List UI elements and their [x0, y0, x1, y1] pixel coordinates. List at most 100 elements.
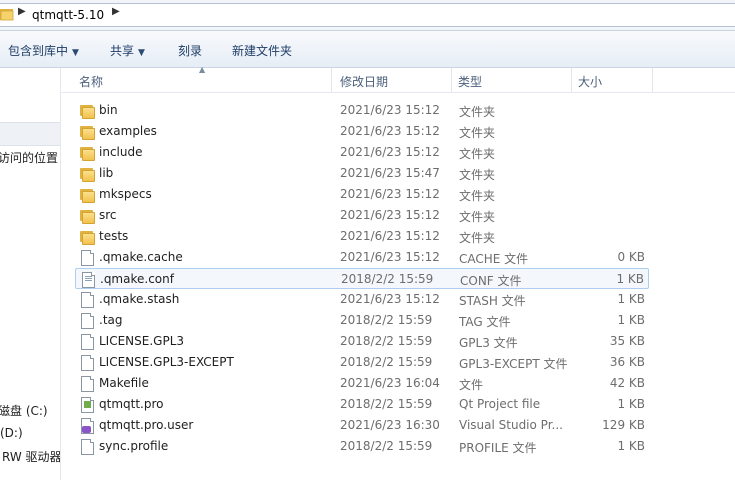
share-label: 共享	[110, 44, 135, 58]
file-name: .qmake.stash	[99, 292, 180, 306]
file-type: 文件夹	[459, 105, 496, 119]
file-icon	[80, 439, 94, 455]
file-type: 文件夹	[459, 210, 496, 224]
file-name: .qmake.cache	[99, 250, 183, 264]
file-modified: 2021/6/23 15:12	[340, 229, 440, 243]
file-modified: 2021/6/23 15:47	[340, 166, 440, 180]
file-icon	[80, 313, 94, 329]
file-modified: 2021/6/23 16:04	[340, 376, 440, 390]
file-size: 35 KB	[609, 334, 645, 348]
file-type: Qt Project file	[459, 397, 541, 411]
file-size: 1 KB	[617, 292, 645, 306]
table-row[interactable]: sync.profile 2018/2/2 15:59 PROFILE 文件 1 KB	[75, 436, 649, 457]
file-name: sync.profile	[99, 439, 169, 453]
address-bar: ▶ qtmqtt-5.10 ▶	[0, 0, 735, 31]
chevron-down-icon: ▼	[138, 48, 145, 58]
folder-icon	[0, 9, 14, 21]
file-name: Makefile	[99, 376, 149, 390]
file-modified: 2021/6/23 15:12	[340, 208, 440, 222]
table-row[interactable]: qtmqtt.pro 2018/2/2 15:59 Qt Project file 1…	[75, 394, 649, 415]
nav-item-rw-drive[interactable]: RW 驱动器	[2, 448, 60, 465]
file-modified: 2021/6/23 15:12	[340, 103, 440, 117]
table-row[interactable]: Makefile 2021/6/23 16:04 文件 42 KB	[75, 373, 649, 394]
burn-button[interactable]: 刻录	[178, 42, 202, 59]
file-modified: 2018/2/2 15:59	[340, 313, 433, 327]
column-size[interactable]: 大小	[578, 73, 602, 90]
table-row[interactable]: .qmake.conf 2018/2/2 15:59 CONF 文件 1 KB	[75, 268, 649, 289]
file-type: STASH 文件	[459, 294, 526, 308]
file-type: PROFILE 文件	[459, 441, 537, 455]
share-button[interactable]: 共享 ▼	[110, 42, 145, 59]
file-name: lib	[99, 166, 114, 180]
column-name[interactable]: 名称	[79, 73, 103, 90]
file-name: .qmake.conf	[100, 272, 174, 286]
chevron-down-icon: ▼	[72, 48, 79, 58]
file-modified: 2018/2/2 15:59	[340, 439, 433, 453]
table-row[interactable]: LICENSE.GPL3 2018/2/2 15:59 GPL3 文件 35 KB	[75, 331, 649, 352]
file-type: Visual Studio Pr...	[459, 418, 563, 432]
file-size: 1 KB	[616, 272, 644, 286]
file-type: GPL3-EXCEPT 文件	[459, 357, 568, 371]
table-row[interactable]: .tag 2018/2/2 15:59 TAG 文件 1 KB	[75, 310, 649, 331]
table-row[interactable]: src 2021/6/23 15:12 文件夹	[75, 205, 649, 226]
file-icon	[80, 376, 94, 392]
table-row[interactable]: lib 2021/6/23 15:47 文件夹	[75, 163, 649, 184]
file-size: 0 KB	[617, 250, 645, 264]
file-name: LICENSE.GPL3-EXCEPT	[99, 355, 234, 369]
table-row[interactable]: bin 2021/6/23 15:12 文件夹	[75, 100, 649, 121]
file-modified: 2018/2/2 15:59	[341, 272, 434, 286]
file-list: ▲ 名称 修改日期 类型 大小 bin 2021/6/23 15:12 文件夹 exa…	[61, 65, 735, 480]
file-icon	[80, 355, 94, 371]
table-row[interactable]: LICENSE.GPL3-EXCEPT 2018/2/2 15:59 GPL3-EX…	[75, 352, 649, 373]
file-modified: 2018/2/2 15:59	[340, 334, 433, 348]
file-name: mkspecs	[99, 187, 152, 201]
table-row[interactable]: qtmqtt.pro.user 2021/6/23 16:30 Visual Stu…	[75, 415, 649, 436]
include-in-library-button[interactable]: 包含到库中 ▼	[8, 42, 79, 59]
file-modified: 2021/6/23 15:12	[340, 292, 440, 306]
sort-ascending-icon: ▲	[199, 65, 206, 74]
nav-item-disk-d[interactable]: (D:)	[0, 426, 23, 440]
table-row[interactable]: examples 2021/6/23 15:12 文件夹	[75, 121, 649, 142]
navigation-pane: 访问的位置 磁盘 (C:) (D:) RW 驱动器	[0, 68, 61, 480]
file-modified: 2021/6/23 15:12	[340, 124, 440, 138]
nav-item-recent-places[interactable]: 访问的位置	[0, 149, 58, 166]
table-row[interactable]: .qmake.stash 2021/6/23 15:12 STASH 文件 1 KB	[75, 289, 649, 310]
file-type: 文件	[459, 378, 484, 392]
file-modified: 2021/6/23 15:12	[340, 187, 440, 201]
breadcrumb-arrow-icon[interactable]: ▶	[18, 6, 26, 17]
file-icon	[80, 292, 94, 308]
file-type: 文件夹	[459, 231, 496, 245]
file-icon	[80, 250, 94, 266]
file-type: CONF 文件	[460, 274, 522, 288]
column-modified[interactable]: 修改日期	[340, 73, 388, 90]
breadcrumb-item[interactable]: qtmqtt-5.10	[32, 8, 104, 22]
new-folder-label: 新建文件夹	[232, 44, 293, 58]
table-row[interactable]: .qmake.cache 2021/6/23 15:12 CACHE 文件 0 KB	[75, 247, 649, 268]
file-type: 文件夹	[459, 168, 496, 182]
table-row[interactable]: mkspecs 2021/6/23 15:12 文件夹	[75, 184, 649, 205]
address-field[interactable]: ▶ qtmqtt-5.10 ▶	[0, 3, 735, 27]
file-modified: 2021/6/23 16:30	[340, 418, 440, 432]
file-type: 文件夹	[459, 147, 496, 161]
folder-icon	[80, 229, 95, 245]
table-row[interactable]: tests 2021/6/23 15:12 文件夹	[75, 226, 649, 247]
table-row[interactable]: include 2021/6/23 15:12 文件夹	[75, 142, 649, 163]
file-name: bin	[99, 103, 118, 117]
new-folder-button[interactable]: 新建文件夹	[232, 42, 292, 59]
file-name: .tag	[99, 313, 123, 327]
column-type[interactable]: 类型	[458, 73, 482, 90]
file-name: tests	[99, 229, 129, 243]
breadcrumb-dropdown-icon[interactable]: ▶	[112, 6, 120, 17]
file-name: qtmqtt.pro.user	[99, 418, 194, 432]
file-name: include	[99, 145, 143, 159]
file-modified: 2018/2/2 15:59	[340, 397, 433, 411]
nav-selected-item[interactable]	[0, 122, 60, 146]
file-size: 1 KB	[617, 313, 645, 327]
nav-item-disk-c[interactable]: 磁盘 (C:)	[0, 402, 48, 419]
file-size: 42 KB	[609, 376, 645, 390]
folder-icon	[80, 145, 95, 161]
file-type: 文件夹	[459, 126, 496, 140]
config-file-icon	[81, 272, 95, 288]
file-modified: 2021/6/23 15:12	[340, 250, 440, 264]
file-name: examples	[99, 124, 157, 138]
